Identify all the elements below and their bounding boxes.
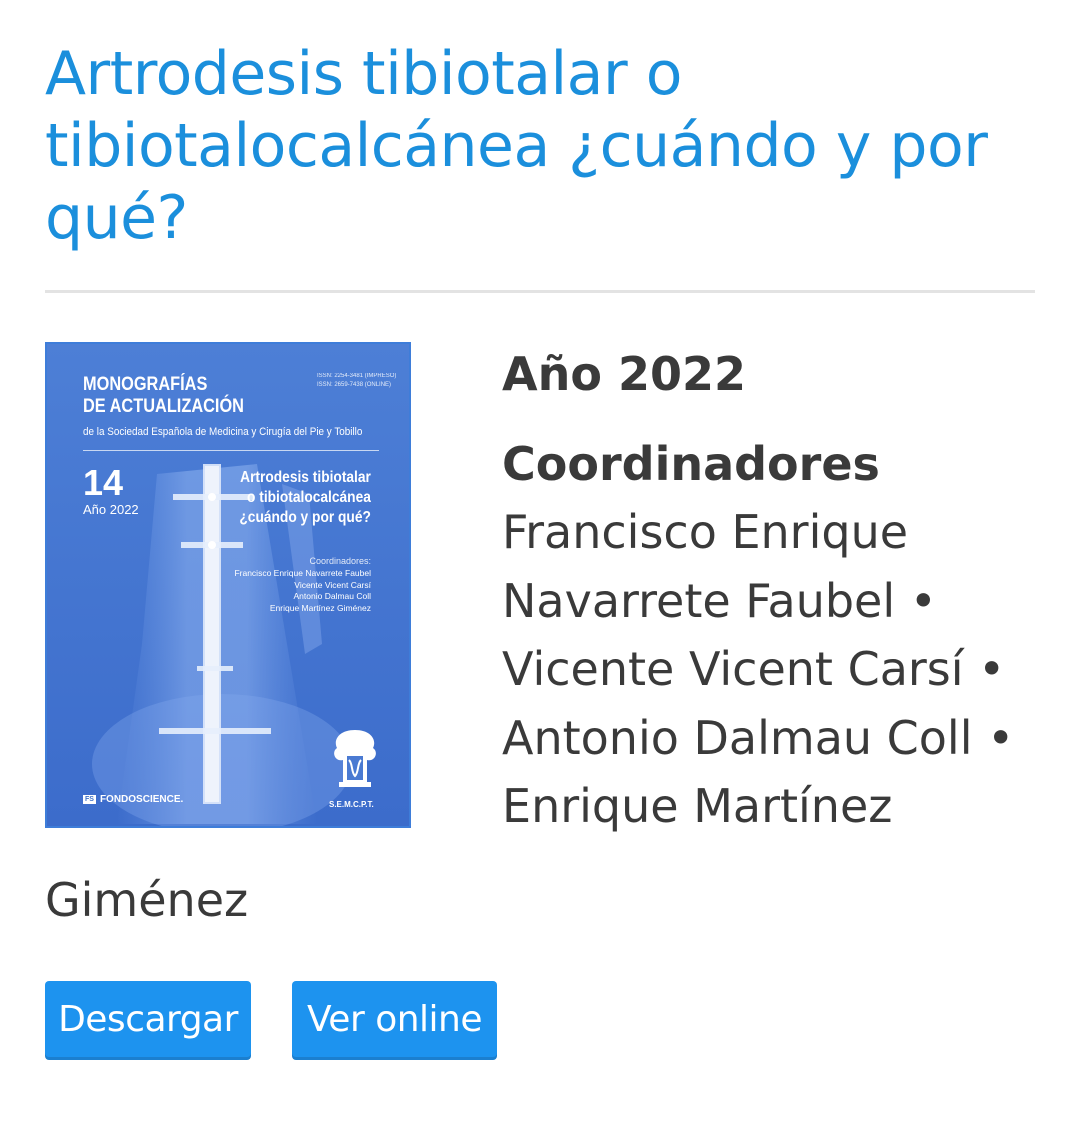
coordinator-line: Antonio Dalmau Coll • [502, 710, 1015, 765]
coordinator-line: Navarrete Faubel • [502, 573, 937, 628]
year-label: Año 2022 [502, 347, 746, 401]
download-button[interactable]: Descargar [45, 981, 251, 1057]
society-name: S.E.M.C.P.T. [329, 800, 374, 809]
coordinator-line: Francisco Enrique [502, 505, 909, 559]
publisher-logo: FS FONDOSCIENCE. [83, 794, 184, 805]
cover-issue-number: 14 [83, 462, 124, 503]
coordinator-line: Vicente Vicent Carsí • [502, 642, 1006, 696]
book-cover-image: MONOGRAFÍAS DE ACTUALIZACIÓN ISSN: 2254-… [45, 342, 411, 828]
page-title: Artrodesis tibiotalar o tibiotalocalcáne… [45, 39, 988, 253]
cover-coordinators-label: Coordinadores: [309, 556, 371, 566]
coordinator-line: Enrique Martínez [502, 779, 893, 833]
cover-title: Artrodesis tibiotalar o tibiotalocalcáne… [239, 469, 371, 526]
cover-rule [83, 450, 379, 451]
cover-coordinators: Francisco Enrique Navarrete Faubel Vicen… [234, 568, 371, 613]
cover-year: Año 2022 [83, 502, 139, 517]
book-metadata: Año 2022 Coordinadores Francisco Enrique… [502, 340, 1062, 841]
cover-society: de la Sociedad Española de Medicina y Ci… [83, 426, 363, 438]
coordinators-heading: Coordinadores [502, 437, 880, 491]
cover-issn: ISSN: 2254-3481 (IMPRESO) ISSN: 2659-743… [317, 373, 397, 388]
view-online-button[interactable]: Ver online [292, 981, 497, 1057]
divider [45, 290, 1035, 293]
society-emblem-icon [334, 730, 376, 787]
cover-series-title: MONOGRAFÍAS DE ACTUALIZACIÓN [83, 374, 244, 417]
coordinator-line: Giménez [45, 873, 249, 927]
